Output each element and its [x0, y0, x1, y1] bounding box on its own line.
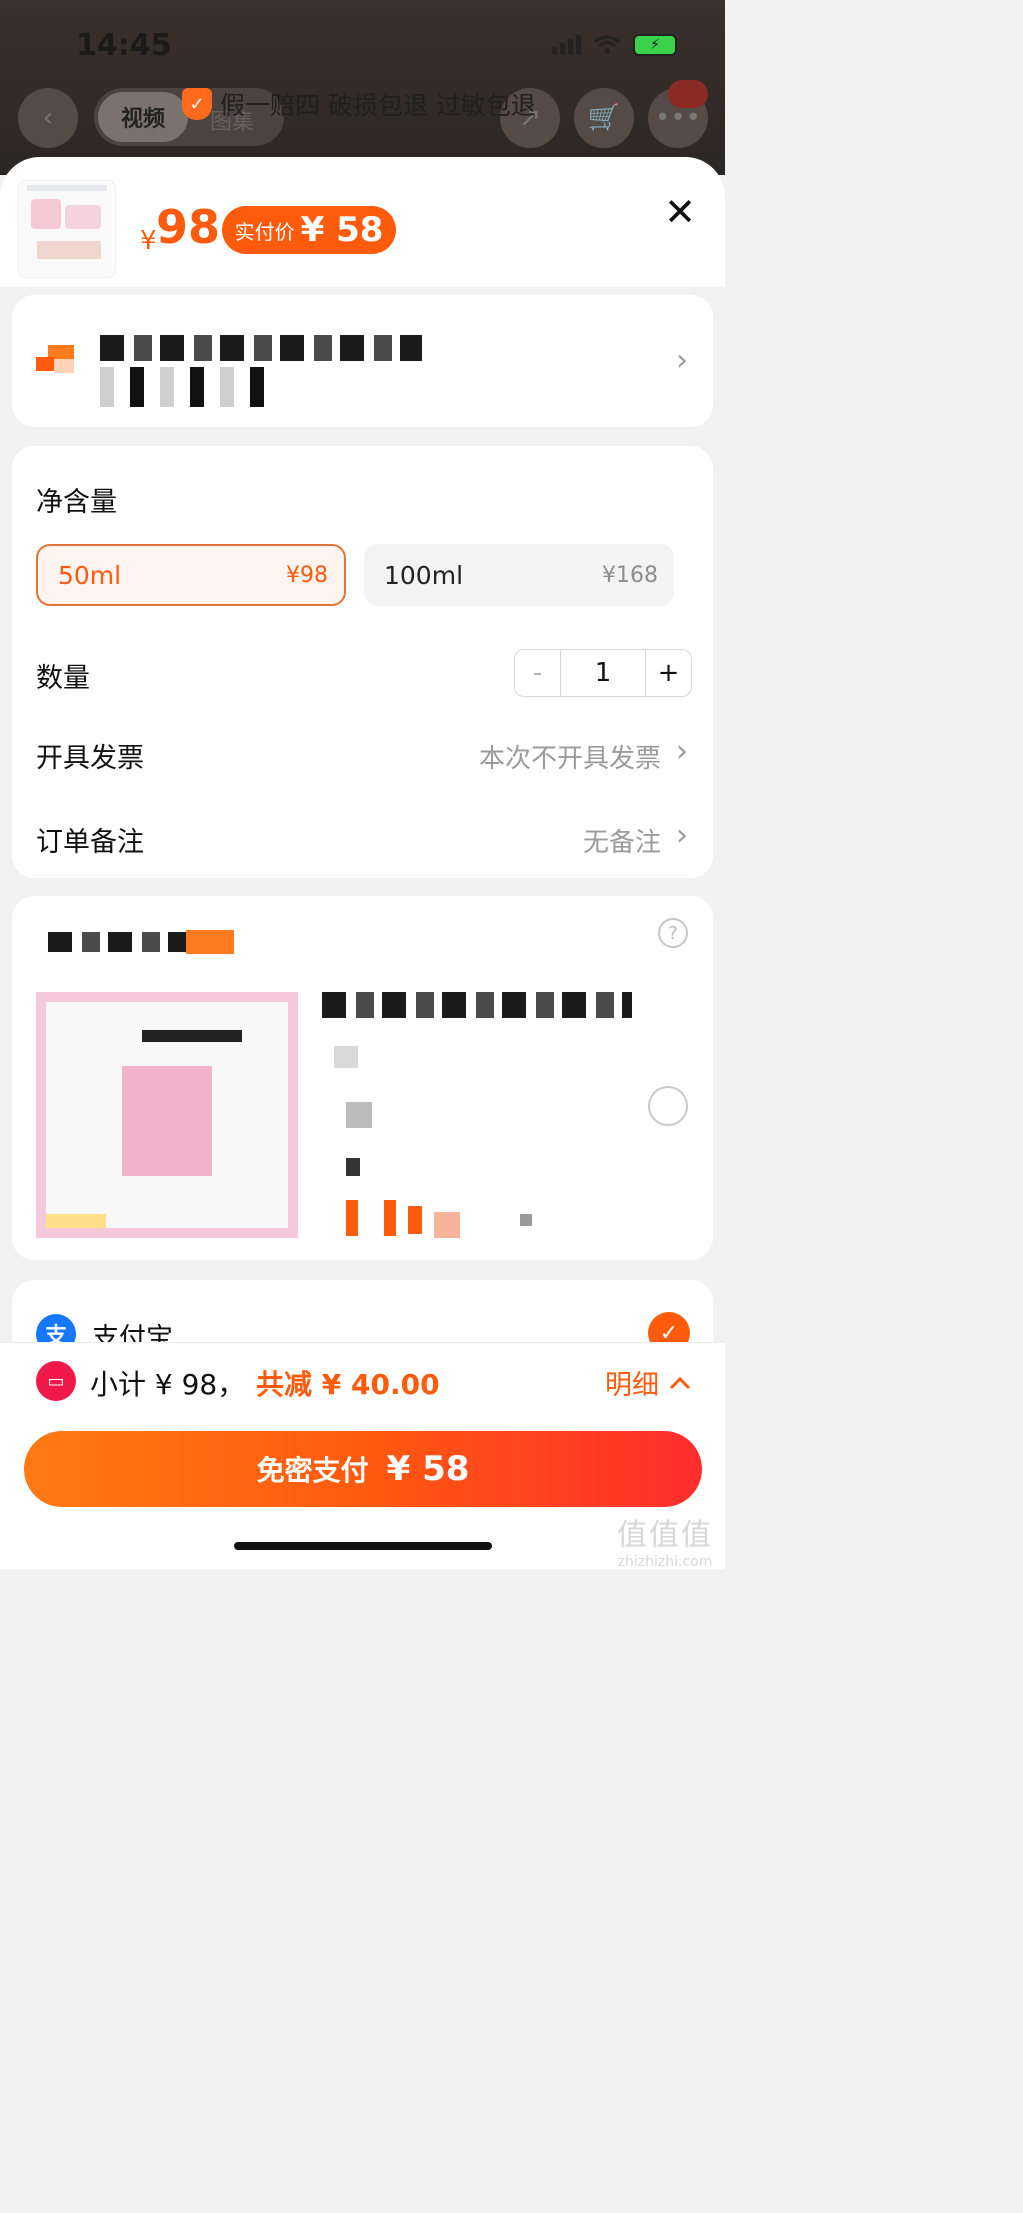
quantity-decrease-button[interactable]: -: [515, 650, 561, 696]
redacted-promo-title: [48, 932, 200, 952]
quantity-value[interactable]: 1: [561, 650, 645, 696]
spec-name: 100ml: [384, 560, 464, 590]
redacted-address: [100, 367, 276, 407]
product-thumbnail: [18, 180, 116, 278]
signal-icon: [552, 35, 581, 55]
real-price: ¥ 58: [300, 210, 384, 250]
coupon-icon: ▭: [36, 1361, 76, 1401]
price: 98: [156, 200, 221, 254]
back-icon: ‹: [42, 103, 54, 133]
guarantee-text: 假一赔四 破损包退 过敏包退: [220, 91, 536, 120]
price-symbol: ¥: [140, 226, 157, 256]
spec-option-100ml[interactable]: 100ml ¥168: [364, 544, 674, 606]
quantity-label: 数量: [36, 663, 90, 694]
chevron-right-icon: ›: [676, 818, 688, 853]
subtotal: 小计 ¥ 98，: [90, 1368, 246, 1401]
invoice-value[interactable]: 本次不开具发票: [479, 738, 661, 775]
close-icon[interactable]: ✕: [660, 192, 700, 232]
pay-amount: ¥ 58: [386, 1449, 470, 1489]
guarantee-banner: ✓ 假一赔四 破损包退 过敏包退: [182, 86, 536, 122]
pay-button[interactable]: 免密支付 ¥ 58: [24, 1431, 702, 1507]
redacted-line: [346, 1102, 372, 1128]
note-label: 订单备注: [36, 827, 144, 858]
real-price-badge: 实付价 ¥ 58: [222, 206, 396, 254]
back-button[interactable]: ‹: [18, 88, 78, 148]
tab-video[interactable]: 视频: [98, 92, 188, 142]
status-indicators: ⚡: [552, 34, 677, 56]
wifi-icon: [594, 35, 620, 54]
discount-total: 共减 ¥ 40.00: [256, 1368, 440, 1401]
pay-label: 免密支付: [256, 1454, 369, 1487]
spec-price: ¥168: [602, 562, 658, 588]
watermark: 值值值 zhizhizhi.com: [617, 1518, 713, 1570]
real-price-label: 实付价: [234, 219, 295, 244]
chevron-right-icon: ›: [676, 343, 688, 378]
redacted-price: [408, 1206, 422, 1234]
chevron-right-icon: ›: [676, 734, 688, 769]
help-icon[interactable]: ?: [658, 918, 688, 948]
redacted-price: [346, 1200, 358, 1236]
promo-select-radio[interactable]: [648, 1086, 688, 1126]
status-time: 14:45: [76, 28, 172, 63]
net-content-title: 净含量: [36, 487, 117, 518]
quantity-stepper: - 1 +: [514, 649, 692, 697]
redacted-promo-name: [322, 992, 632, 1018]
shield-check-icon: ✓: [182, 88, 212, 120]
note-value[interactable]: 无备注: [583, 822, 661, 859]
redacted-price: [384, 1200, 396, 1236]
chevron-up-icon: [669, 1376, 691, 1389]
invoice-label: 开具发票: [36, 743, 144, 774]
address-card[interactable]: ›: [12, 295, 713, 427]
cart-button[interactable]: 🛒: [574, 88, 634, 148]
detail-toggle[interactable]: 明细: [605, 1363, 691, 1402]
redacted-line: [334, 1046, 358, 1068]
promo-card: ?: [12, 896, 713, 1260]
location-icon: [36, 345, 76, 375]
redacted-price: [434, 1212, 460, 1238]
notification-badge: [668, 80, 708, 108]
options-card: 净含量 50ml ¥98 100ml ¥168 数量 - 1 + 开具发票 本次…: [12, 446, 713, 878]
promo-tag: [186, 930, 234, 954]
spec-price: ¥98: [286, 562, 328, 588]
home-indicator[interactable]: [234, 1542, 492, 1550]
redacted-price: [520, 1214, 532, 1226]
detail-label: 明细: [605, 1370, 659, 1401]
redacted-line: [346, 1158, 360, 1176]
redacted-name: [100, 335, 422, 361]
quantity-increase-button[interactable]: +: [645, 650, 691, 696]
spec-name: 50ml: [58, 560, 122, 590]
cart-icon: 🛒: [587, 103, 621, 133]
promo-product-image: [36, 992, 298, 1238]
spec-option-50ml[interactable]: 50ml ¥98: [36, 544, 346, 606]
battery-icon: ⚡: [633, 34, 677, 56]
